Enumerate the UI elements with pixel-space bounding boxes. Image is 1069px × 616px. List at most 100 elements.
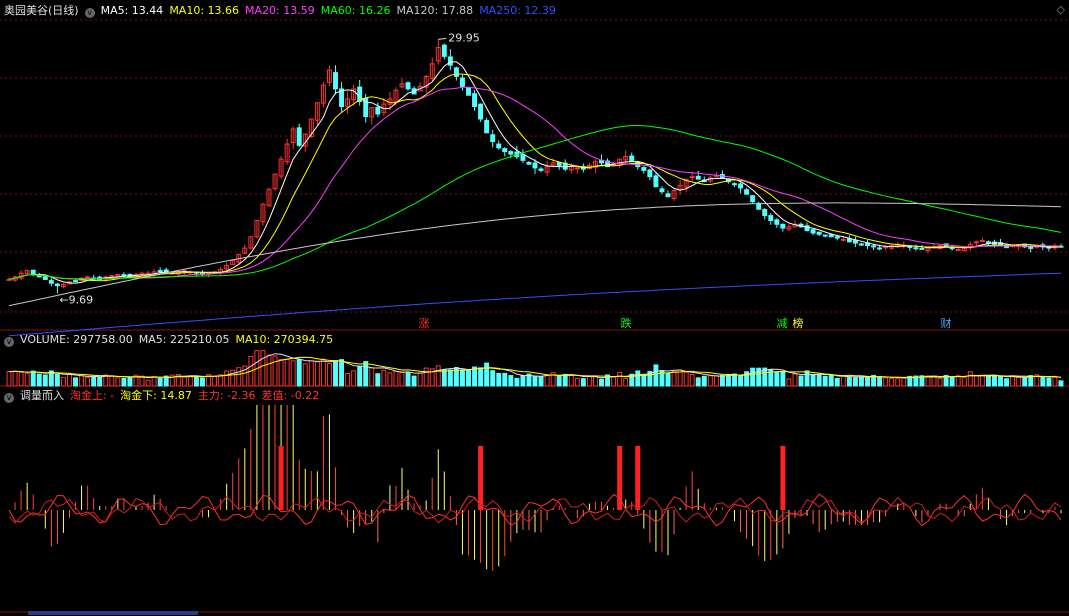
volume-bar-168 [1022,376,1028,387]
volume-bar-23 [145,379,151,387]
ma-legend-item-2: MA20: 13.59 [245,4,315,17]
volume-bar-20 [127,377,133,387]
volume-bar-94 [574,377,580,387]
candle-body-75 [459,77,465,87]
candle-body-157 [955,248,961,251]
volume-bar-57 [351,370,357,387]
volume-bar-166 [1010,375,1016,387]
volume-bar-173 [1052,376,1058,387]
volume-bar-157 [955,375,961,387]
candle-body-48 [296,127,302,146]
volume-bar-92 [562,373,568,387]
volume-bar-121 [738,375,744,387]
volume-bar-29 [181,376,187,387]
volume-bar-133 [810,373,816,387]
volume-bar-2 [18,371,24,387]
volume-bar-1 [12,370,18,387]
indicator-legend-item-3: 差值: -0.22 [261,389,320,402]
candle-body-145 [883,246,889,249]
chevron-down-icon[interactable]: v [4,337,14,347]
candle-body-73 [447,56,453,66]
volume-bar-63 [387,372,393,387]
volume-bar-161 [979,375,985,387]
volume-bar-112 [683,371,689,387]
volume-bar-93 [568,374,574,387]
candle-body-125 [762,209,768,217]
volume-bar-3 [24,373,30,387]
indicator-legend-item-0: 淘金上: - [70,389,115,402]
ma20-line [8,86,1062,280]
volume-bar-107 [653,364,659,387]
volume-bar-88 [538,376,544,387]
chevron-down-icon[interactable]: v [84,8,95,18]
volume-bar-15 [97,376,103,387]
volume-bar-55 [339,359,345,387]
volume-bar-4 [30,370,36,387]
event-marker-2: 减 [777,317,788,330]
candle-body-17 [109,275,115,278]
volume-bar-8 [54,373,60,387]
candle-body-83 [508,151,514,155]
volume-ma10-line [8,356,1062,378]
volume-bar-134 [816,374,822,387]
candle-body-25 [157,270,163,273]
candle-body-107 [653,175,659,188]
volume-bar-6 [42,374,48,387]
volume-bar-0 [6,371,12,387]
stock-chart[interactable]: 29.95 ←9.69 涨 跌 减榜 财 [0,0,1069,616]
volume-bar-44 [272,355,278,387]
volume-bar-49 [302,363,308,387]
candle-body-144 [877,247,883,250]
candle-body-81 [496,143,502,149]
volume-bar-129 [786,378,792,387]
chevron-down-icon[interactable]: v [4,393,14,403]
candle-body-133 [810,229,816,234]
low-price-label: ←9.69 [59,293,93,306]
volume-bar-153 [931,375,937,387]
candle-body-120 [732,183,737,186]
candle-body-165 [1004,246,1010,249]
ma250-line [8,272,1062,337]
volume-bar-138 [840,375,846,387]
candle-body-7 [48,280,54,284]
volume-bar-14 [91,375,97,387]
volume-bar-65 [399,371,405,387]
volume-bar-163 [992,375,997,387]
volume-bar-105 [641,374,647,387]
volume-bar-71 [435,365,441,387]
volume-bar-172 [1046,377,1052,387]
volume-bar-91 [556,375,562,387]
candle-body-19 [121,274,127,277]
ma-legend-item-4: MA120: 17.88 [396,4,474,17]
volume-bar-17 [109,375,115,387]
volume-bar-76 [466,369,471,387]
volume-bar-165 [1004,378,1010,387]
volume-bars[interactable] [6,350,1064,387]
volume-bar-9 [60,376,66,387]
candle-body-8 [54,283,60,287]
diamond-icon[interactable]: ◇ [1057,3,1065,16]
scrollbar-thumb [28,611,198,615]
candle-body-138 [840,238,846,241]
candle-body-121 [738,183,744,189]
stock-title: 奥园美谷(日线) [4,4,79,17]
volume-bar-142 [865,377,870,387]
volume-bar-54 [333,360,338,387]
volume-legend: v VOLUME: 297758.00 MA5: 225210.05 MA10: 27… [4,332,345,348]
event-marker-1: 跌 [621,316,632,330]
volume-bar-80 [490,370,496,387]
volume-bar-123 [750,367,756,387]
volume-bar-174 [1058,380,1064,387]
candle-body-80 [490,134,496,143]
volume-bar-83 [508,375,514,387]
volume-bar-95 [580,378,586,387]
candle-body-78 [478,103,484,120]
candle-body-94 [574,167,580,170]
volume-bar-47 [290,360,296,387]
indicator-series[interactable] [8,405,1062,571]
volume-bar-144 [877,376,883,387]
indicator-legend-item-2: 主力: -2.36 [197,389,256,402]
candle-body-106 [647,169,653,178]
volume-bar-117 [713,375,719,387]
volume-bar-67 [411,375,417,387]
